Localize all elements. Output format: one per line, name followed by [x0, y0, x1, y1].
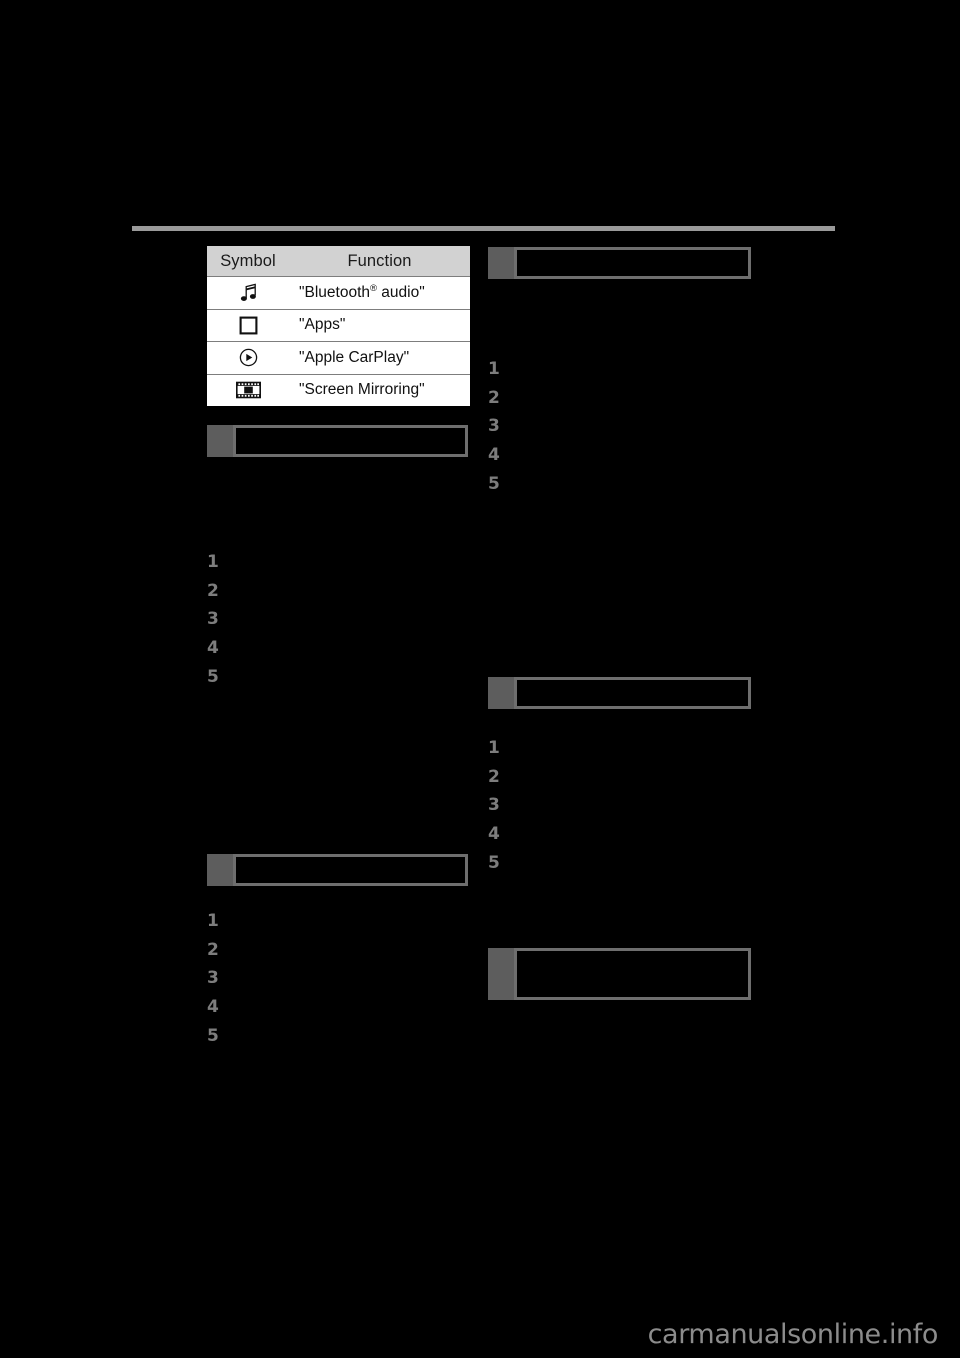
function-label-bluetooth-audio: "Bluetooth [299, 283, 370, 301]
column-header-symbol: Symbol [220, 251, 276, 270]
table-row: "Apps" [207, 309, 470, 342]
function-cell: "Apple CarPlay" [299, 348, 410, 366]
step-marker: 2 [488, 387, 500, 408]
right-section-heading-2 [488, 677, 751, 709]
section-heading-bar [514, 677, 751, 709]
step-marker: 3 [207, 968, 219, 988]
step-marker: 1 [488, 359, 500, 379]
table-row: "Screen Mirroring" [207, 374, 470, 406]
section-tab-marker [488, 677, 514, 709]
step-marker: 2 [207, 939, 219, 960]
play-circle-icon [239, 348, 258, 367]
section-tab-marker [207, 425, 233, 457]
left-section-heading-1 [207, 425, 468, 457]
step-marker: 4 [207, 638, 219, 658]
step-marker: 1 [207, 552, 219, 572]
step-marker: 5 [488, 474, 500, 494]
registered-trademark-mark: ® [370, 282, 377, 294]
symbol-cell [207, 309, 289, 342]
step-marker: 3 [207, 609, 219, 629]
manual-page: Symbol Function "Bluetooth® audio" "Apps… [0, 0, 960, 1358]
section-heading-bar [514, 948, 751, 1000]
step-marker: 3 [488, 416, 500, 436]
step-marker: 1 [488, 738, 500, 758]
column-header-function: Function [347, 251, 412, 270]
section-tab-marker [488, 247, 514, 279]
symbol-cell [207, 342, 289, 375]
section-tab-marker [488, 948, 514, 1000]
page-divider-rule [132, 226, 835, 231]
step-marker: 5 [207, 1026, 219, 1046]
step-marker: 2 [207, 580, 219, 601]
right-section-heading-1 [488, 247, 751, 279]
symbol-cell [207, 374, 289, 406]
film-strip-icon [235, 381, 261, 399]
symbol-cell [207, 277, 289, 310]
section-heading-bar [233, 854, 468, 886]
step-marker: 3 [488, 795, 500, 815]
function-label-bluetooth-audio-tail: audio" [377, 283, 425, 301]
section-heading-bar [233, 425, 468, 457]
section-tab-marker [207, 854, 233, 886]
function-cell: "Screen Mirroring" [299, 381, 425, 399]
step-marker: 4 [207, 997, 219, 1017]
step-marker: 5 [488, 853, 500, 873]
function-cell: "Apps" [299, 316, 346, 334]
square-icon [239, 316, 258, 335]
table-row: "Apple CarPlay" [207, 341, 470, 375]
step-marker: 1 [207, 911, 219, 931]
step-marker: 4 [488, 445, 500, 465]
step-marker: 2 [488, 766, 500, 787]
step-marker: 4 [488, 824, 500, 844]
right-section-heading-3 [488, 948, 751, 1000]
music-note-icon [240, 283, 257, 302]
function-cell: "Bluetooth® audio" [289, 277, 470, 310]
symbol-function-table: Symbol Function "Bluetooth® audio" "Apps… [207, 246, 470, 406]
table-row: "Bluetooth® audio" [207, 276, 470, 310]
site-watermark: carmanualsonline.info [647, 1319, 939, 1350]
step-marker: 5 [207, 667, 219, 687]
left-section-heading-2 [207, 854, 468, 886]
section-heading-bar [514, 247, 751, 279]
table-header-row: Symbol Function [207, 246, 470, 277]
